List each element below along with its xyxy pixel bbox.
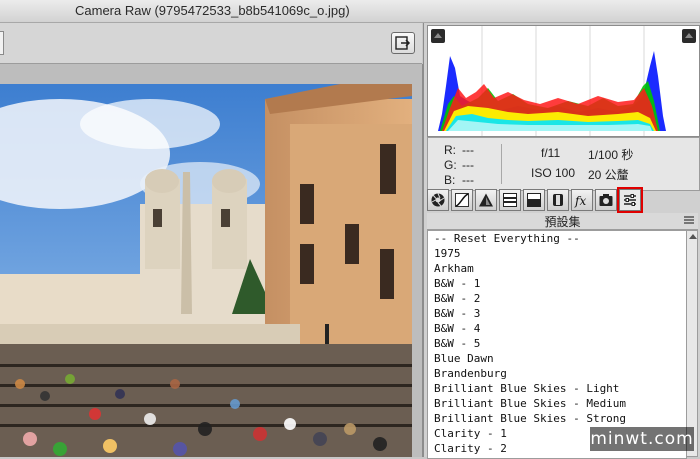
fullscreen-toggle-button[interactable]	[391, 32, 415, 54]
shadow-clipping-warning-button[interactable]	[431, 29, 445, 43]
toolbar	[0, 23, 422, 64]
histogram-graph	[438, 26, 666, 136]
watermark: minwt.com	[590, 427, 694, 451]
tab-presets[interactable]	[617, 187, 643, 213]
presets-scrollbar[interactable]	[686, 230, 698, 457]
window-title: Camera Raw (9795472533_b8b541069c_o.jpg)	[75, 3, 350, 18]
preset-item[interactable]: Brilliant Blue Skies - Strong	[428, 411, 686, 426]
tab-detail[interactable]	[475, 189, 497, 211]
preset-item[interactable]: 1975	[428, 246, 686, 261]
preset-item[interactable]: Blue Dawn	[428, 351, 686, 366]
tool-button[interactable]	[0, 31, 4, 55]
preset-item[interactable]: Brilliant Blue Skies - Medium	[428, 396, 686, 411]
shutter-value: 1/100 秒	[588, 148, 634, 162]
histogram	[427, 25, 700, 137]
r-label: R:	[444, 143, 456, 157]
spanish-steps-photo	[0, 84, 412, 457]
panel-tab-bar: fx	[427, 187, 698, 213]
preset-item[interactable]: B&W - 4	[428, 321, 686, 336]
focal-length-value: 20 公釐	[588, 168, 629, 182]
split-toning-icon	[527, 193, 541, 207]
highlight-clipping-warning-button[interactable]	[682, 29, 696, 43]
tab-hsl[interactable]	[499, 189, 521, 211]
lens-icon	[553, 194, 563, 206]
tab-tone-curve[interactable]	[451, 189, 473, 211]
preset-item[interactable]: B&W - 1	[428, 276, 686, 291]
preset-item[interactable]: B&W - 2	[428, 291, 686, 306]
presets-title: 預設集	[544, 215, 581, 229]
presets-list: -- Reset Everything -- 1975 Arkham B&W -…	[427, 230, 687, 459]
svg-text:fx: fx	[574, 194, 586, 208]
readout-divider	[501, 144, 502, 184]
aperture-value: f/11	[541, 146, 561, 160]
preset-item[interactable]: B&W - 5	[428, 336, 686, 351]
adjustments-panel: R: --- G: --- B: --- f/11 1/100 秒 ISO 10…	[423, 23, 700, 459]
b-label: B:	[444, 173, 456, 187]
panel-menu-icon[interactable]	[683, 215, 695, 226]
rgb-readout-panel: R: --- G: --- B: --- f/11 1/100 秒 ISO 10…	[427, 137, 700, 191]
scroll-up-arrow-icon[interactable]	[689, 234, 697, 239]
camera-icon	[599, 194, 613, 206]
detail-triangle-icon	[479, 193, 493, 207]
r-value: ---	[462, 143, 474, 157]
preset-item[interactable]: Brandenburg	[428, 366, 686, 381]
aperture-icon	[431, 193, 445, 207]
presets-panel-header: 預設集	[427, 213, 698, 230]
photo-preview	[0, 84, 412, 457]
tab-camera-calibration[interactable]	[595, 189, 617, 211]
b-value: ---	[462, 173, 474, 187]
preset-item[interactable]: -- Reset Everything --	[428, 231, 686, 246]
g-label: G:	[444, 158, 457, 172]
fullscreen-icon	[395, 36, 411, 50]
image-preview-area[interactable]	[0, 64, 423, 457]
tone-curve-icon	[455, 193, 469, 207]
g-value: ---	[462, 158, 474, 172]
preset-item[interactable]: B&W - 3	[428, 306, 686, 321]
tab-split-toning[interactable]	[523, 189, 545, 211]
fx-icon: fx	[574, 194, 586, 208]
preset-item[interactable]: Arkham	[428, 261, 686, 276]
iso-value: ISO 100	[531, 166, 576, 180]
presets-sliders-icon	[624, 194, 636, 206]
tab-basic[interactable]	[427, 189, 449, 211]
tab-effects[interactable]: fx	[571, 189, 593, 211]
tab-lens-corrections[interactable]	[547, 189, 569, 211]
hsl-icon	[503, 193, 517, 207]
title-bar: Camera Raw (9795472533_b8b541069c_o.jpg)	[0, 0, 700, 23]
preset-item[interactable]: Brilliant Blue Skies - Light	[428, 381, 686, 396]
